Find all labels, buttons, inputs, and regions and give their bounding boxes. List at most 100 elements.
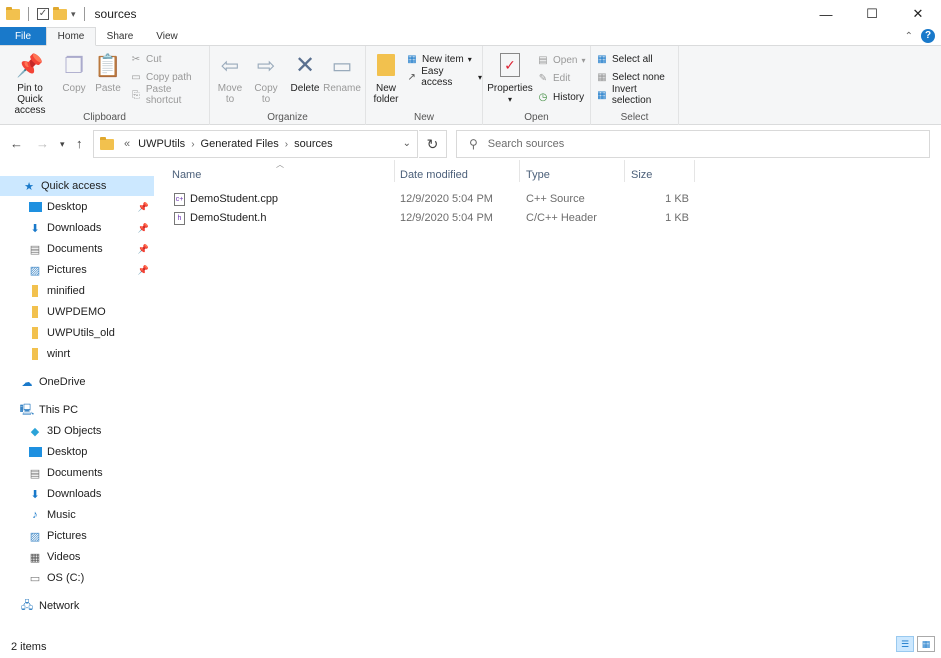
nav-quick-uwpdemo[interactable]: UWPDEMO [0, 302, 154, 322]
nav-label: Downloads [47, 222, 102, 234]
tab-share[interactable]: Share [96, 27, 144, 45]
column-divider[interactable] [519, 160, 520, 182]
address-bar[interactable]: « UWPUtils › Generated Files › sources ⌄ [93, 130, 418, 158]
new-folder-qat-icon[interactable] [53, 6, 67, 20]
breadcrumb-uwputils[interactable]: UWPUtils [138, 138, 185, 150]
downloads-icon: ⬇ [30, 488, 40, 501]
nav-this-pc[interactable]: 🖳 This PC [0, 400, 154, 420]
address-dropdown-icon[interactable]: ⌄ [403, 138, 411, 149]
nav-quick-downloads[interactable]: ⬇ Downloads 📌 [0, 218, 154, 238]
nav-quick-documents[interactable]: ▤ Documents 📌 [0, 239, 154, 259]
tab-home[interactable]: Home [46, 27, 96, 46]
minimize-button[interactable]: — [803, 0, 849, 28]
recent-locations-chevron-icon[interactable]: ▾ [60, 139, 65, 150]
open-icon: ▤ [538, 54, 548, 66]
properties-check-icon[interactable]: ✓ [37, 8, 49, 20]
address-overflow[interactable]: « [124, 138, 130, 150]
nav-quick-winrt[interactable]: winrt [0, 344, 154, 364]
nav-quick-access[interactable]: ★ Quick access [0, 176, 154, 196]
breadcrumb-sources[interactable]: sources [294, 138, 333, 150]
file-row[interactable]: c+ DemoStudent.cpp 12/9/2020 5:04 PM C++… [170, 190, 695, 209]
nav-label: Pictures [47, 530, 87, 542]
tab-view[interactable]: View [144, 27, 190, 45]
nav-pc-desktop[interactable]: Desktop [0, 442, 154, 462]
refresh-button[interactable]: ↻ [419, 130, 447, 158]
copy-path-button[interactable]: ▭ Copy path [130, 69, 191, 85]
move-to-button[interactable]: ⇦ Move to [216, 50, 244, 105]
nav-pc-videos[interactable]: ▦ Videos [0, 547, 154, 567]
pictures-icon: ▨ [29, 530, 41, 543]
select-all-button[interactable]: ▦ Select all [596, 51, 652, 67]
nav-pc-pictures[interactable]: ▨ Pictures [0, 526, 154, 546]
properties-button[interactable]: ✓ Properties ▾ [487, 50, 533, 105]
nav-label: minified [47, 285, 85, 297]
column-header-size[interactable]: Size [631, 166, 652, 184]
back-arrow-icon[interactable]: ← [10, 136, 23, 151]
history-button[interactable]: ◷ History [537, 89, 585, 105]
nav-quick-pictures[interactable]: ▨ Pictures 📌 [0, 260, 154, 280]
copy-button[interactable]: ❐ Copy [60, 50, 88, 94]
paste-shortcut-button[interactable]: ⎘ Paste shortcut [130, 84, 209, 106]
invert-selection-button[interactable]: ▦ Invert selection [596, 84, 678, 106]
breadcrumb-generated-files[interactable]: Generated Files [201, 138, 279, 150]
paste-shortcut-label: Paste shortcut [145, 84, 182, 106]
breadcrumb-chevron-icon[interactable]: › [285, 139, 288, 150]
column-divider[interactable] [394, 160, 395, 182]
tab-file[interactable]: File [0, 27, 46, 45]
easy-access-button[interactable]: ↗ Easy access ▾ [406, 66, 482, 88]
column-header-type[interactable]: Type [526, 166, 550, 184]
open-label: Open [553, 54, 578, 66]
copy-to-button[interactable]: ⇨ Copy to [252, 50, 280, 105]
edit-button[interactable]: ✎ Edit [537, 70, 570, 86]
column-divider[interactable] [694, 160, 695, 182]
help-icon[interactable]: ? [921, 29, 935, 43]
cut-button[interactable]: ✂ Cut [130, 51, 162, 67]
large-icons-view-icon[interactable]: ▦ [917, 636, 935, 652]
new-group-label: New [413, 112, 434, 123]
open-button[interactable]: ▤ Open ▾ [537, 52, 585, 68]
pin-to-quick-access-button[interactable]: 📌 Pin to Quick access [4, 50, 56, 116]
properties-icon: ✓ [497, 50, 523, 80]
nav-quick-uwputils-old[interactable]: UWPUtils_old [0, 323, 154, 343]
nav-onedrive[interactable]: ☁ OneDrive [0, 372, 154, 392]
column-divider[interactable] [624, 160, 625, 182]
nav-quick-minified[interactable]: minified [0, 281, 154, 301]
paste-button[interactable]: 📋 Paste [94, 50, 122, 94]
copy-to-icon: ⇨ [256, 52, 276, 78]
file-row[interactable]: h DemoStudent.h 12/9/2020 5:04 PM C/C++ … [170, 209, 695, 228]
nav-pc-music[interactable]: ♪ Music [0, 505, 154, 525]
move-to-icon: ⇦ [220, 52, 240, 78]
up-arrow-icon[interactable]: ↑ [76, 136, 83, 151]
column-header-name[interactable]: Name [172, 166, 201, 184]
invert-selection-label: Invert selection [611, 84, 652, 106]
folder-icon [6, 6, 20, 20]
customize-qat-chevron-icon[interactable]: ▾ [71, 9, 76, 20]
details-view-icon[interactable]: ☰ [896, 636, 914, 652]
select-none-button[interactable]: ▦ Select none [596, 69, 665, 85]
navigation-pane: ★ Quick access Desktop 📌 ⬇ Downloads 📌 ▤… [0, 166, 155, 636]
nav-quick-desktop[interactable]: Desktop 📌 [0, 197, 154, 217]
nav-pc-3d-objects[interactable]: ◆ 3D Objects [0, 421, 154, 441]
maximize-button[interactable]: ☐ [849, 0, 895, 28]
nav-pc-os-drive[interactable]: ▭ OS (C:) [0, 568, 154, 588]
search-box[interactable]: ⚲ Search sources [456, 130, 930, 158]
rename-button[interactable]: ▭ Rename [323, 50, 361, 94]
nav-pc-documents[interactable]: ▤ Documents [0, 463, 154, 483]
new-folder-button[interactable]: New folder [370, 50, 402, 105]
nav-pc-downloads[interactable]: ⬇ Downloads [0, 484, 154, 504]
clipboard-group-label: Clipboard [83, 112, 126, 123]
column-header-date[interactable]: Date modified [400, 166, 468, 184]
documents-icon: ▤ [29, 243, 41, 256]
collapse-ribbon-chevron-icon[interactable]: ⌃ [905, 31, 913, 42]
delete-button[interactable]: ✕ Delete [290, 50, 320, 94]
organize-group: ⇦ Move to ⇨ Copy to ✕ Delete ▭ Rename Or… [210, 46, 366, 125]
ribbon-tabs: File Home Share View [0, 27, 941, 46]
easy-access-label: Easy access [421, 66, 453, 88]
breadcrumb-chevron-icon[interactable]: › [191, 139, 194, 150]
file-type: C++ Source [526, 193, 585, 205]
forward-arrow-icon[interactable]: → [36, 136, 49, 151]
sort-ascending-icon: ︿ [276, 160, 284, 169]
new-item-button[interactable]: ▦ New item ▾ [406, 51, 471, 67]
close-button[interactable]: ✕ [895, 0, 941, 28]
nav-network[interactable]: 🖧 Network [0, 596, 154, 616]
